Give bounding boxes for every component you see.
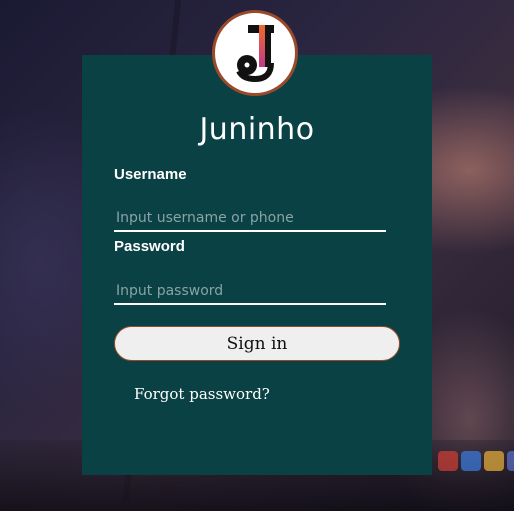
password-label: Password xyxy=(114,238,185,255)
dock-app-icon xyxy=(438,451,458,471)
sign-in-button[interactable]: Sign in xyxy=(114,326,400,361)
logo-icon xyxy=(236,25,274,83)
username-label: Username xyxy=(114,166,187,183)
dock-icons xyxy=(438,447,514,475)
username-input[interactable] xyxy=(114,206,386,232)
dock-app-icon xyxy=(461,451,481,471)
logo xyxy=(212,10,298,96)
forgot-password-link[interactable]: Forgot password? xyxy=(134,385,270,403)
app-title: Juninho xyxy=(199,112,315,147)
dock-app-icon xyxy=(507,451,514,471)
password-input[interactable] xyxy=(114,279,386,305)
dock-app-icon xyxy=(484,451,504,471)
